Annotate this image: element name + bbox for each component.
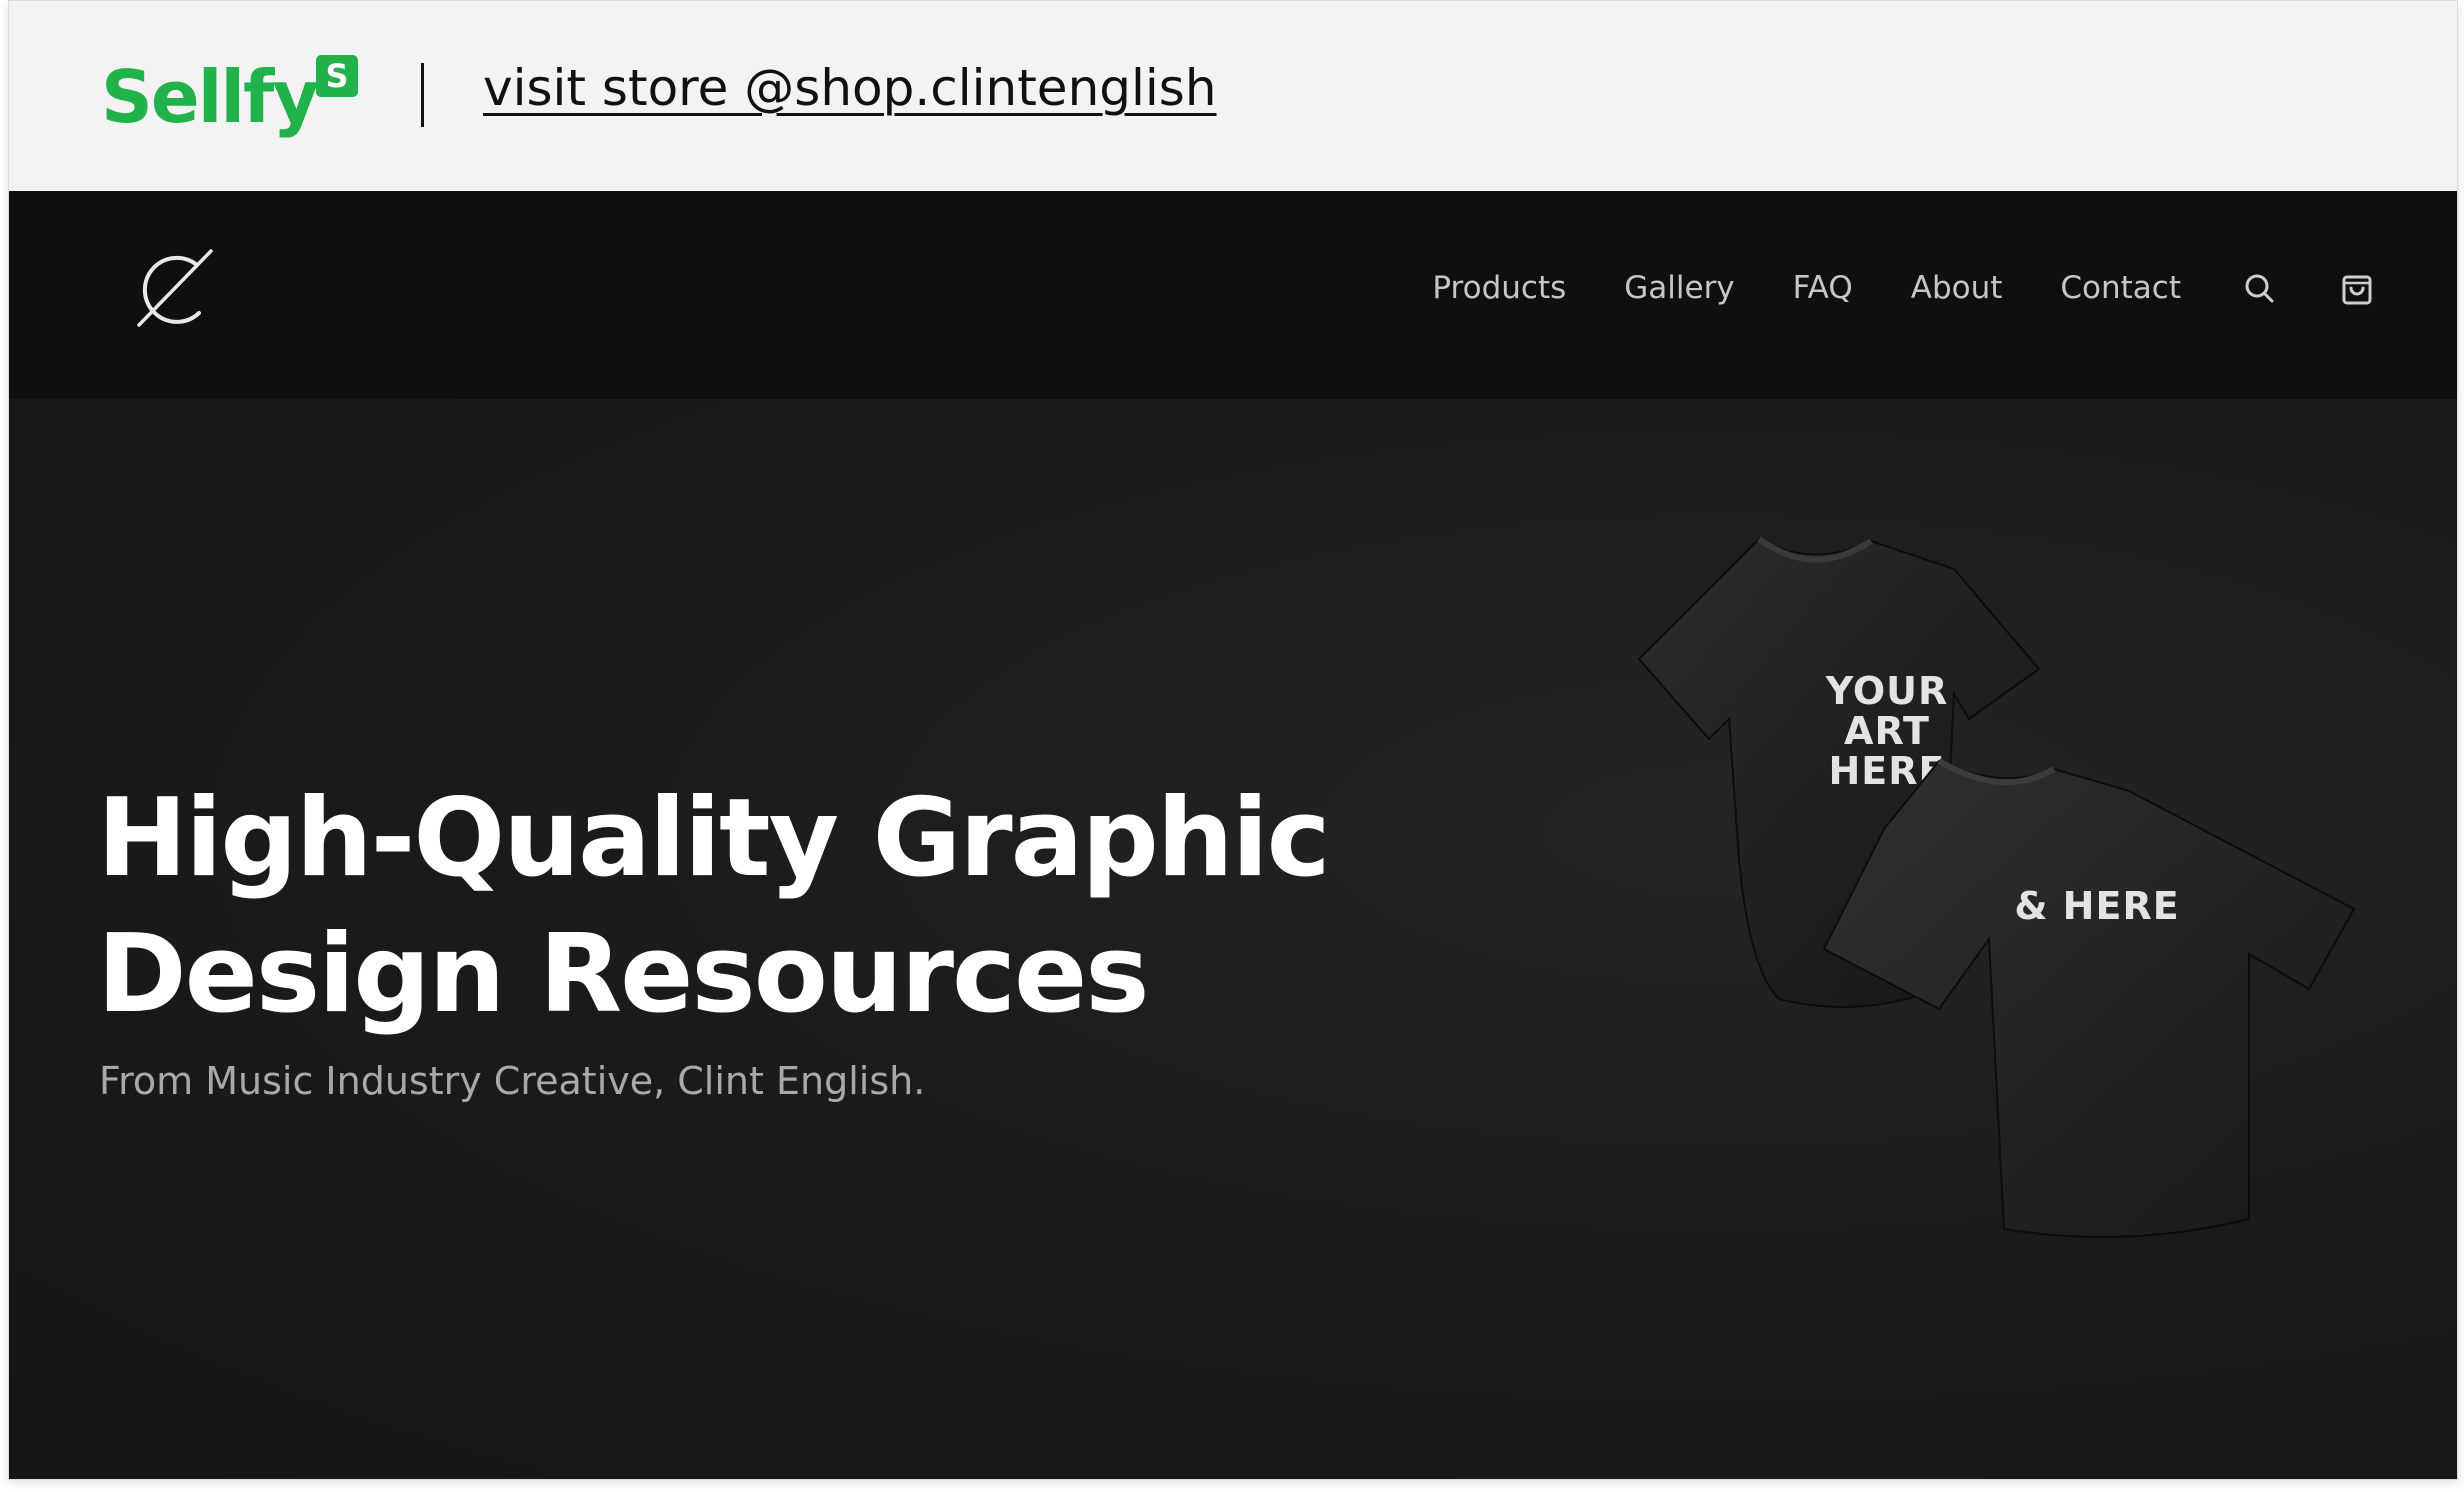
shirt-back-text-2: ART [1844, 709, 1930, 753]
hero-title-line-1: High-Quality Graphic [97, 776, 1331, 901]
visit-store-link[interactable]: visit store @shop.clintenglish [483, 59, 1217, 117]
nav-about[interactable]: About [1911, 270, 2003, 306]
nav-products[interactable]: Products [1432, 270, 1566, 306]
shirt-back-text-1: YOUR [1825, 669, 1949, 713]
nav-contact[interactable]: Contact [2060, 270, 2181, 306]
store-page: Products Gallery FAQ About Contact High-… [9, 191, 2457, 1479]
header-divider [421, 63, 424, 127]
search-icon[interactable] [2239, 268, 2279, 308]
ce-monogram-icon[interactable] [131, 243, 221, 333]
tshirt-mockup-image: YOUR ART HERE & HERE [1637, 536, 2356, 1238]
page-frame: Sellfy S visit store @shop.clintenglish … [8, 0, 2458, 1480]
sellfy-header: Sellfy S visit store @shop.clintenglish [9, 1, 2457, 191]
hero-section: High-Quality Graphic Design Resources Fr… [9, 399, 2457, 1479]
nav-faq[interactable]: FAQ [1793, 270, 1853, 306]
sellfy-wordmark: Sellfy [101, 55, 319, 139]
shopping-bag-icon[interactable] [2337, 268, 2377, 308]
hero-subtitle: From Music Industry Creative, Clint Engl… [99, 1059, 926, 1103]
sellfy-badge-icon: S [316, 55, 358, 97]
store-navbar: Products Gallery FAQ About Contact [9, 191, 2457, 399]
nav-gallery[interactable]: Gallery [1624, 270, 1734, 306]
nav-menu: Products Gallery FAQ About Contact [1374, 263, 2377, 313]
hero-title-line-2: Design Resources [97, 912, 1150, 1037]
shirt-front-text: & HERE [2014, 884, 2179, 928]
hero-title: High-Quality Graphic Design Resources [97, 771, 1497, 1043]
